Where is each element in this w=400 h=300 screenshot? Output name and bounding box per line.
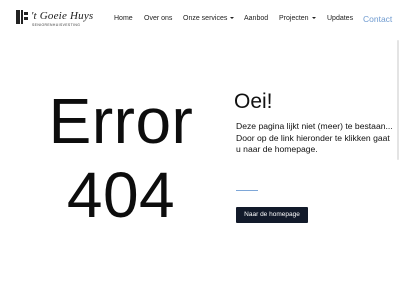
nav-item-home[interactable]: Home	[114, 13, 133, 25]
accent-divider	[236, 190, 258, 191]
error-heading: Error 404	[36, 84, 206, 232]
chevron-down-icon	[230, 17, 235, 20]
error-message-line1: Deze pagina lijkt niet (meer) te bestaan…	[236, 121, 393, 131]
logo-name: 't Goeie Huys	[31, 10, 94, 22]
site-header: 't Goeie Huys Seniorenhuisvesting Home O…	[0, 0, 400, 40]
nav-item-over-ons[interactable]: Over ons	[144, 13, 172, 25]
error-word: Error	[48, 85, 194, 157]
nav-item-label: Updates	[327, 15, 354, 22]
nav-item-label: Onze services	[183, 15, 228, 22]
nav-item-label: Aanbod	[244, 15, 269, 22]
error-code: 404	[66, 159, 176, 231]
homepage-button[interactable]: Naar de homepage	[236, 207, 308, 223]
nav-item-onze-services[interactable]: Onze services	[183, 13, 235, 25]
error-message-line2: Door op de link hieronder te klikken gaa…	[236, 132, 390, 155]
nav-item-label: Home	[114, 15, 133, 22]
nav-item-aanbod[interactable]: Aanbod	[244, 13, 268, 25]
scrollbar-thumb[interactable]	[397, 40, 399, 160]
logo-tagline: Seniorenhuisvesting	[32, 23, 81, 27]
nav-item-projecten[interactable]: Projecten	[279, 13, 316, 25]
nav-item-contact[interactable]: Contact	[363, 13, 392, 25]
nav-item-updates[interactable]: Updates	[327, 13, 353, 25]
oops-heading: Oei!	[234, 90, 273, 113]
logo-mark-icon	[16, 10, 28, 24]
nav-item-label: Projecten	[279, 15, 309, 22]
error-message: Deze pagina lijkt niet (meer) te bestaan…	[236, 121, 396, 156]
nav-item-label: Over ons	[144, 15, 173, 22]
chevron-down-icon	[311, 17, 316, 20]
